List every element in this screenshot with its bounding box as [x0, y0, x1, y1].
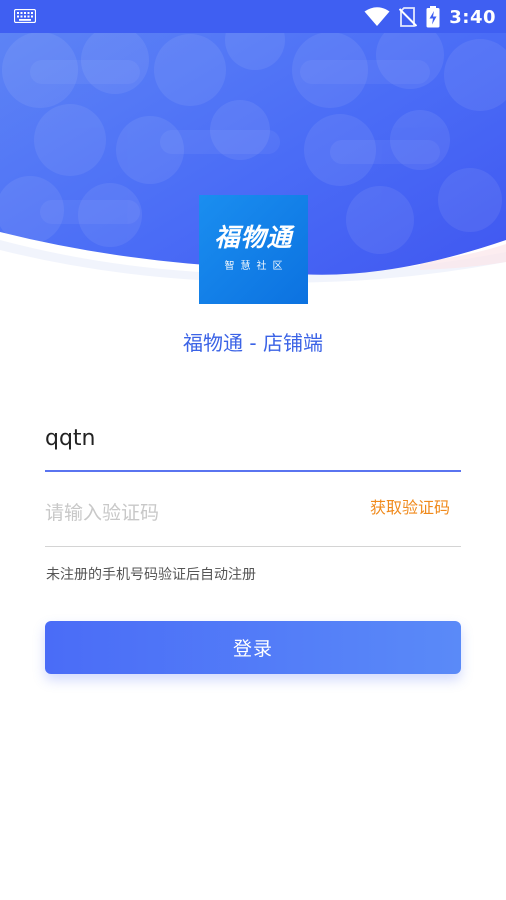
app-logo: 福物通 智慧社区	[199, 195, 308, 304]
phone-field	[45, 412, 461, 472]
wifi-icon	[364, 7, 390, 26]
app-title: 福物通 - 店铺端	[183, 331, 323, 355]
logo-main-text: 福物通	[214, 223, 293, 252]
logo-sub-text: 智慧社区	[224, 261, 289, 272]
verification-code-input[interactable]	[45, 493, 335, 533]
keyboard-icon	[14, 9, 36, 23]
battery-charging-icon	[426, 6, 440, 28]
no-sim-icon	[399, 7, 418, 27]
auto-register-hint: 未注册的手机号码验证后自动注册	[46, 567, 256, 583]
status-bar: 3:40	[0, 0, 506, 33]
phone-input[interactable]	[45, 418, 445, 458]
login-button[interactable]: 登录	[45, 621, 461, 674]
get-code-button[interactable]: 获取验证码	[370, 497, 450, 519]
verification-code-field: 获取验证码	[45, 485, 461, 547]
login-screen: 3:40 福物通 智慧社区 福物通 - 店铺端 获取验证码 未注册的手机号码验证…	[0, 0, 506, 900]
status-icons: 3:40	[364, 4, 496, 30]
status-time: 3:40	[449, 6, 496, 28]
